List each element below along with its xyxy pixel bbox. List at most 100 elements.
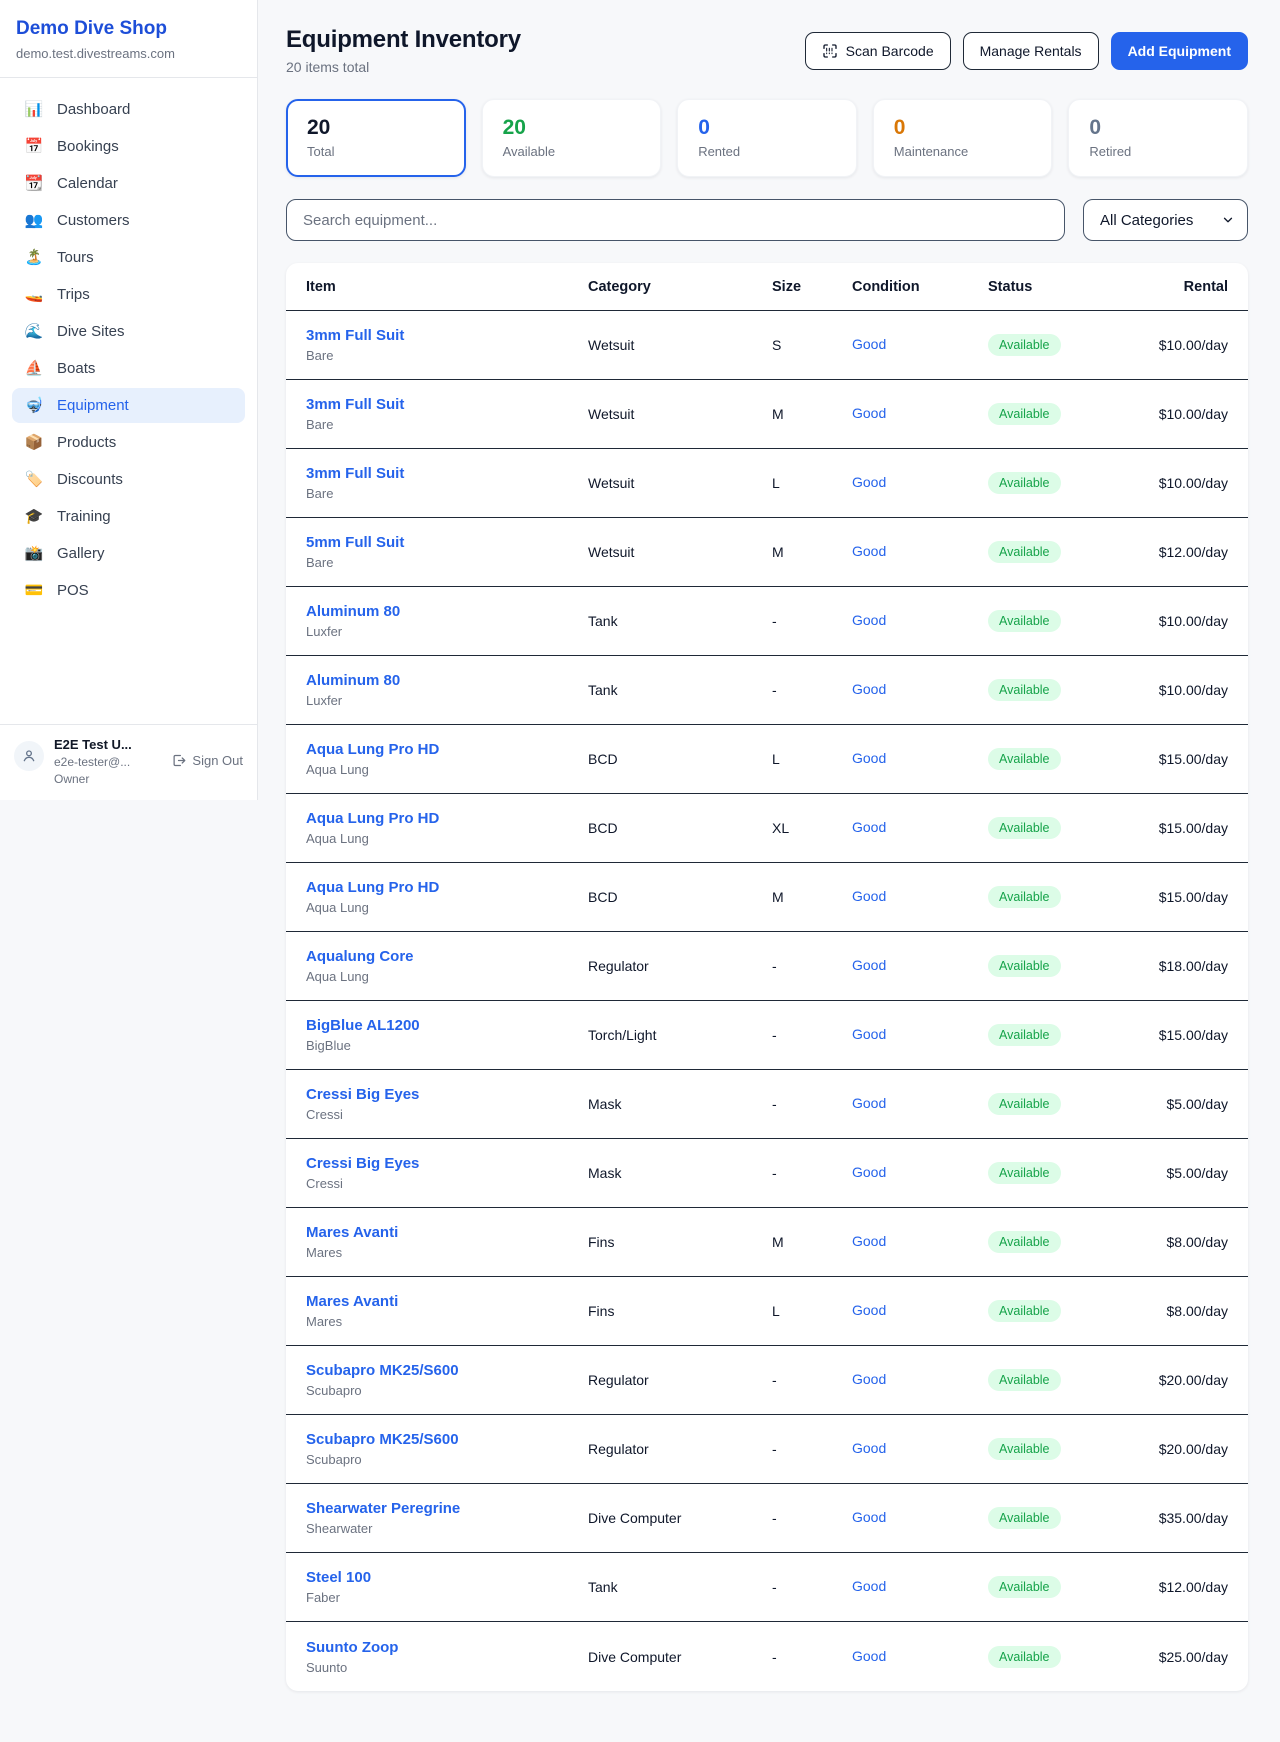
sidebar-item-gallery[interactable]: 📸 Gallery bbox=[12, 536, 245, 571]
tag-icon: 🏷️ bbox=[24, 472, 44, 487]
sidebar-item-tours[interactable]: 🏝️ Tours bbox=[12, 240, 245, 275]
condition-link[interactable]: Good bbox=[852, 888, 886, 904]
size-cell: - bbox=[772, 1372, 852, 1388]
credit-card-icon: 💳 bbox=[24, 583, 44, 598]
item-cell: 3mm Full Suit Bare bbox=[306, 327, 588, 363]
stat-card-total[interactable]: 20 Total bbox=[286, 99, 466, 177]
condition-link[interactable]: Good bbox=[852, 612, 886, 628]
category-select[interactable]: All Categories bbox=[1083, 199, 1248, 241]
condition-link[interactable]: Good bbox=[852, 1026, 886, 1042]
condition-link[interactable]: Good bbox=[852, 474, 886, 490]
condition-link[interactable]: Good bbox=[852, 1578, 886, 1594]
search-input[interactable] bbox=[286, 199, 1065, 241]
condition-cell: Good bbox=[852, 1578, 988, 1596]
nav-item-label: POS bbox=[57, 582, 89, 599]
item-name-link[interactable]: 5mm Full Suit bbox=[306, 534, 588, 551]
nav-item-label: Bookings bbox=[57, 138, 119, 155]
table-row: Steel 100 Faber Tank - Good Available $1… bbox=[286, 1553, 1248, 1622]
item-name-link[interactable]: Mares Avanti bbox=[306, 1293, 588, 1310]
condition-link[interactable]: Good bbox=[852, 1371, 886, 1387]
filter-bar: All Categories bbox=[286, 199, 1248, 241]
sidebar-item-bookings[interactable]: 📅 Bookings bbox=[12, 129, 245, 164]
rental-cell: $15.00/day bbox=[1144, 751, 1228, 767]
item-name-link[interactable]: Cressi Big Eyes bbox=[306, 1086, 588, 1103]
category-select-value: All Categories bbox=[1100, 212, 1193, 229]
item-name-link[interactable]: Aqua Lung Pro HD bbox=[306, 879, 588, 896]
item-name-link[interactable]: Aluminum 80 bbox=[306, 672, 588, 689]
condition-link[interactable]: Good bbox=[852, 750, 886, 766]
item-name-link[interactable]: Aqualung Core bbox=[306, 948, 588, 965]
condition-link[interactable]: Good bbox=[852, 543, 886, 559]
item-name-link[interactable]: Mares Avanti bbox=[306, 1224, 588, 1241]
sidebar-item-customers[interactable]: 👥 Customers bbox=[12, 203, 245, 238]
sidebar-item-equipment[interactable]: 🤿 Equipment bbox=[12, 388, 245, 423]
item-name-link[interactable]: Shearwater Peregrine bbox=[306, 1500, 588, 1517]
rental-cell: $15.00/day bbox=[1144, 889, 1228, 905]
sign-out-button[interactable]: Sign Out bbox=[171, 753, 243, 768]
condition-link[interactable]: Good bbox=[852, 1233, 886, 1249]
avatar bbox=[14, 741, 44, 771]
item-brand: Mares bbox=[306, 1314, 588, 1329]
item-name-link[interactable]: Aqua Lung Pro HD bbox=[306, 810, 588, 827]
item-name-link[interactable]: Steel 100 bbox=[306, 1569, 588, 1586]
status-cell: Available bbox=[988, 541, 1144, 563]
category-cell: Regulator bbox=[588, 958, 772, 974]
condition-link[interactable]: Good bbox=[852, 1440, 886, 1456]
condition-link[interactable]: Good bbox=[852, 1648, 886, 1664]
size-cell: - bbox=[772, 1649, 852, 1665]
rental-cell: $15.00/day bbox=[1144, 1027, 1228, 1043]
sidebar-item-trips[interactable]: 🚤 Trips bbox=[12, 277, 245, 312]
condition-link[interactable]: Good bbox=[852, 1095, 886, 1111]
camera-icon: 📸 bbox=[24, 546, 44, 561]
sidebar-item-boats[interactable]: ⛵ Boats bbox=[12, 351, 245, 386]
rental-cell: $10.00/day bbox=[1144, 337, 1228, 353]
sidebar-item-dive-sites[interactable]: 🌊 Dive Sites bbox=[12, 314, 245, 349]
stat-card-rented[interactable]: 0 Rented bbox=[677, 99, 857, 177]
sidebar-item-discounts[interactable]: 🏷️ Discounts bbox=[12, 462, 245, 497]
table-row: Scubapro MK25/S600 Scubapro Regulator - … bbox=[286, 1346, 1248, 1415]
item-name-link[interactable]: Scubapro MK25/S600 bbox=[306, 1431, 588, 1448]
wave-icon: 🌊 bbox=[24, 324, 44, 339]
status-cell: Available bbox=[988, 1162, 1144, 1184]
condition-link[interactable]: Good bbox=[852, 1509, 886, 1525]
sidebar-item-products[interactable]: 📦 Products bbox=[12, 425, 245, 460]
item-brand: Bare bbox=[306, 417, 588, 432]
stat-card-available[interactable]: 20 Available bbox=[482, 99, 662, 177]
condition-link[interactable]: Good bbox=[852, 681, 886, 697]
stat-card-maintenance[interactable]: 0 Maintenance bbox=[873, 99, 1053, 177]
item-cell: Scubapro MK25/S600 Scubapro bbox=[306, 1431, 588, 1467]
sidebar-item-pos[interactable]: 💳 POS bbox=[12, 573, 245, 608]
condition-link[interactable]: Good bbox=[852, 819, 886, 835]
add-equipment-button[interactable]: Add Equipment bbox=[1111, 32, 1248, 70]
item-name-link[interactable]: 3mm Full Suit bbox=[306, 396, 588, 413]
condition-link[interactable]: Good bbox=[852, 336, 886, 352]
sidebar-item-calendar[interactable]: 📆 Calendar bbox=[12, 166, 245, 201]
status-cell: Available bbox=[988, 610, 1144, 632]
manage-rentals-button[interactable]: Manage Rentals bbox=[963, 32, 1099, 70]
item-name-link[interactable]: Cressi Big Eyes bbox=[306, 1155, 588, 1172]
condition-link[interactable]: Good bbox=[852, 957, 886, 973]
status-badge: Available bbox=[988, 403, 1061, 425]
item-name-link[interactable]: Scubapro MK25/S600 bbox=[306, 1362, 588, 1379]
condition-link[interactable]: Good bbox=[852, 1302, 886, 1318]
stat-value: 0 bbox=[698, 115, 836, 140]
nav-item-label: Discounts bbox=[57, 471, 123, 488]
item-name-link[interactable]: Aluminum 80 bbox=[306, 603, 588, 620]
item-name-link[interactable]: BigBlue AL1200 bbox=[306, 1017, 588, 1034]
item-brand: Scubapro bbox=[306, 1383, 588, 1398]
item-name-link[interactable]: 3mm Full Suit bbox=[306, 327, 588, 344]
item-brand: Mares bbox=[306, 1245, 588, 1260]
item-name-link[interactable]: Aqua Lung Pro HD bbox=[306, 741, 588, 758]
condition-link[interactable]: Good bbox=[852, 405, 886, 421]
condition-cell: Good bbox=[852, 1164, 988, 1182]
sidebar-item-dashboard[interactable]: 📊 Dashboard bbox=[12, 92, 245, 127]
item-name-link[interactable]: Suunto Zoop bbox=[306, 1639, 588, 1656]
rental-cell: $10.00/day bbox=[1144, 406, 1228, 422]
item-name-link[interactable]: 3mm Full Suit bbox=[306, 465, 588, 482]
sidebar-item-training[interactable]: 🎓 Training bbox=[12, 499, 245, 534]
condition-link[interactable]: Good bbox=[852, 1164, 886, 1180]
stat-card-retired[interactable]: 0 Retired bbox=[1068, 99, 1248, 177]
size-cell: - bbox=[772, 682, 852, 698]
condition-cell: Good bbox=[852, 1440, 988, 1458]
scan-barcode-button[interactable]: Scan Barcode bbox=[805, 32, 951, 70]
